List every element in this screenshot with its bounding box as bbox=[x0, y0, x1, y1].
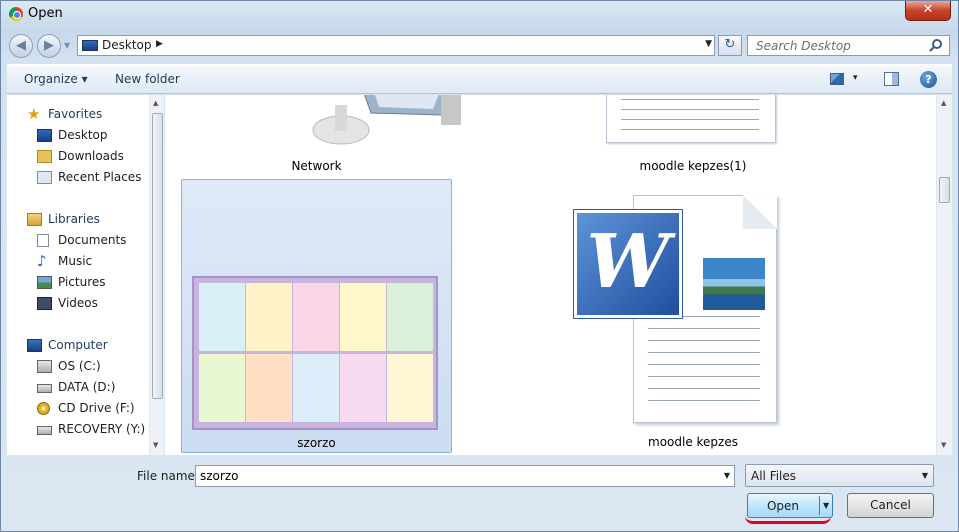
desktop-icon bbox=[82, 40, 98, 51]
file-type-dropdown-icon[interactable]: ▼ bbox=[922, 471, 928, 480]
cancel-button[interactable]: Cancel bbox=[847, 493, 934, 518]
chrome-icon bbox=[9, 7, 23, 21]
file-name-input[interactable] bbox=[196, 466, 716, 486]
navigation-pane: ★ Favorites Desktop Downloads Recent Pla… bbox=[7, 95, 164, 455]
breadcrumb-arrow-icon[interactable]: ▶ bbox=[156, 39, 163, 49]
file-item-moodle-kepzes-1[interactable]: moodle kepzes(1) bbox=[565, 95, 821, 175]
music-icon: ♪ bbox=[37, 252, 47, 270]
scroll-down-icon[interactable]: ▼ bbox=[153, 441, 158, 449]
sidebar-item-pictures[interactable]: Pictures bbox=[7, 273, 147, 292]
address-dropdown-icon[interactable]: ▼ bbox=[705, 39, 712, 49]
title-bar: Open ✕ bbox=[1, 1, 958, 29]
open-button-label: Open bbox=[766, 499, 800, 513]
word-logo-icon: W bbox=[573, 209, 683, 319]
star-icon: ★ bbox=[27, 105, 41, 123]
file-name-moodle-kepzes: moodle kepzes bbox=[648, 435, 738, 449]
breadcrumb-desktop[interactable]: Desktop bbox=[102, 38, 152, 52]
red-underline-annotation bbox=[745, 516, 831, 524]
sidebar-item-music[interactable]: ♪ Music bbox=[7, 252, 147, 271]
sidebar-item-favorites[interactable]: ★ Favorites bbox=[7, 105, 147, 124]
pictures-icon bbox=[37, 276, 52, 289]
documents-icon bbox=[37, 234, 49, 247]
address-bar[interactable]: Desktop ▶ ▼ bbox=[77, 35, 715, 56]
history-dropdown-icon[interactable]: ▼ bbox=[64, 41, 74, 51]
sidebar-item-documents[interactable]: Documents bbox=[7, 231, 147, 250]
drive-icon bbox=[37, 426, 52, 435]
sidebar-item-libraries[interactable]: Libraries bbox=[7, 210, 147, 229]
open-dialog: Open ✕ ◀ ▶ ▼ Desktop ▶ ▼ ↻ Organize ▾ Ne… bbox=[0, 0, 959, 532]
file-item-szorzo[interactable]: szorzo bbox=[181, 179, 452, 453]
drive-icon bbox=[37, 384, 52, 393]
scroll-down-icon[interactable]: ▼ bbox=[941, 441, 946, 449]
close-button[interactable]: ✕ bbox=[905, 1, 951, 21]
window-title: Open bbox=[28, 6, 63, 21]
nav-scrollbar-thumb[interactable] bbox=[152, 113, 163, 399]
landscape-picture-icon bbox=[703, 258, 765, 310]
new-folder-button[interactable]: New folder bbox=[115, 72, 180, 86]
network-icon bbox=[312, 95, 461, 145]
file-type-value: All Files bbox=[751, 469, 797, 483]
desktop-icon bbox=[37, 129, 52, 142]
videos-icon bbox=[37, 297, 52, 310]
views-dropdown-icon[interactable]: ▾ bbox=[853, 73, 858, 83]
file-name-combobox[interactable]: ▼ bbox=[195, 465, 735, 487]
preview-pane-icon[interactable] bbox=[884, 72, 899, 86]
file-item-moodle-kepzes[interactable]: W moodle kepzes bbox=[565, 191, 821, 453]
refresh-button[interactable]: ↻ bbox=[718, 35, 742, 56]
recent-places-icon bbox=[37, 171, 52, 184]
search-input[interactable] bbox=[748, 36, 928, 55]
computer-icon bbox=[27, 339, 42, 352]
sidebar-item-computer[interactable]: Computer bbox=[7, 336, 147, 355]
sidebar-item-recovery-y[interactable]: RECOVERY (Y:) bbox=[7, 420, 147, 439]
open-button[interactable]: Open ▼ bbox=[747, 493, 833, 518]
views-icon[interactable] bbox=[830, 73, 844, 85]
drive-icon bbox=[37, 360, 52, 373]
file-name-network: Network bbox=[291, 159, 342, 173]
sidebar-item-desktop[interactable]: Desktop bbox=[7, 126, 147, 145]
back-button[interactable]: ◀ bbox=[9, 34, 33, 58]
file-name-szorzo: szorzo bbox=[297, 436, 336, 450]
file-list-scrollbar[interactable]: ▲ ▼ bbox=[936, 95, 952, 455]
file-item-network[interactable]: Network bbox=[181, 95, 461, 175]
szorzo-thumbnail bbox=[192, 276, 438, 430]
file-name-label: File name: bbox=[137, 469, 199, 483]
help-icon[interactable]: ? bbox=[920, 71, 937, 88]
search-box[interactable] bbox=[747, 35, 950, 56]
sidebar-item-os-c[interactable]: OS (C:) bbox=[7, 357, 147, 376]
search-icon[interactable] bbox=[932, 39, 942, 49]
sidebar-item-cd-drive-f[interactable]: CD Drive (F:) bbox=[7, 399, 147, 418]
file-list: Network moodle kepzes(1) szorzo W moodle… bbox=[165, 95, 936, 455]
sidebar-item-downloads[interactable]: Downloads bbox=[7, 147, 147, 166]
sidebar-item-videos[interactable]: Videos bbox=[7, 294, 147, 313]
file-name-dropdown-icon[interactable]: ▼ bbox=[724, 471, 730, 480]
file-type-select[interactable]: All Files ▼ bbox=[745, 464, 934, 487]
scroll-up-icon[interactable]: ▲ bbox=[941, 99, 946, 107]
command-bar: Organize ▾ New folder ▾ ? bbox=[7, 64, 952, 94]
file-name-moodle-kepzes-1: moodle kepzes(1) bbox=[639, 159, 747, 173]
nav-scrollbar[interactable]: ▲ ▼ bbox=[149, 95, 164, 455]
scroll-up-icon[interactable]: ▲ bbox=[153, 99, 158, 107]
forward-button[interactable]: ▶ bbox=[37, 34, 61, 58]
libraries-icon bbox=[27, 213, 42, 226]
sidebar-item-recent-places[interactable]: Recent Places bbox=[7, 168, 147, 187]
open-options-dropdown-icon[interactable]: ▼ bbox=[823, 501, 829, 510]
document-icon bbox=[606, 95, 776, 143]
organize-button[interactable]: Organize ▾ bbox=[24, 72, 88, 86]
cd-drive-icon bbox=[37, 402, 50, 415]
downloads-icon bbox=[37, 150, 52, 163]
file-list-scrollbar-thumb[interactable] bbox=[939, 177, 950, 203]
sidebar-item-data-d[interactable]: DATA (D:) bbox=[7, 378, 147, 397]
